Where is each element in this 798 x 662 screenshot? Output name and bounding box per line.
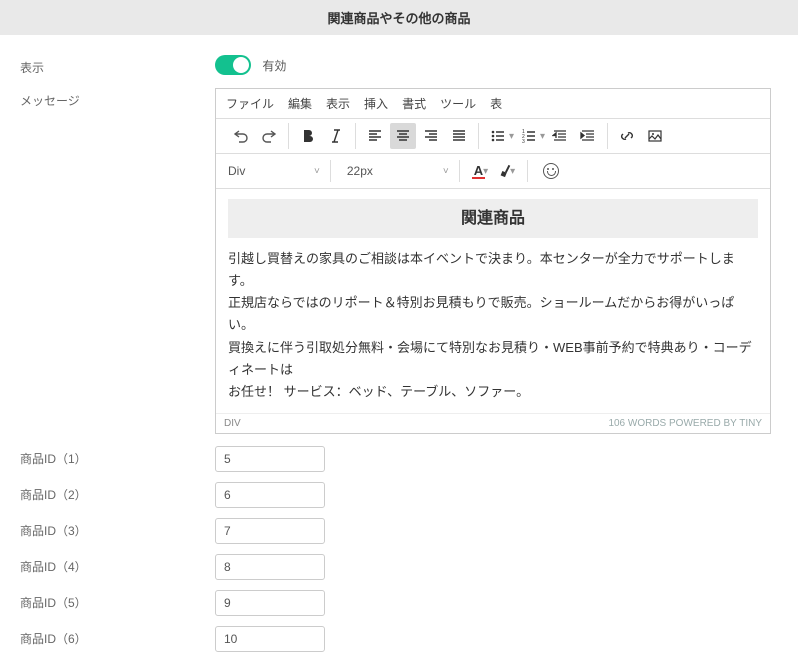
product-id-label: 商品ID（3） [20,522,215,539]
display-toggle[interactable] [215,55,251,75]
bold-button[interactable] [295,123,321,149]
smile-icon [543,163,559,179]
product-id-input[interactable] [215,590,325,616]
emoji-button[interactable] [538,158,564,184]
chevron-down-icon[interactable]: ▾ [509,131,514,142]
product-id-label: 商品ID（2） [20,486,215,503]
content-heading[interactable]: 関連商品 [228,199,758,238]
redo-button[interactable] [256,123,282,149]
font-size-select[interactable]: 22px [341,160,441,182]
status-path: DIV [224,418,241,429]
image-button[interactable] [642,123,668,149]
status-words: 106 WORDS POWERED BY TINY [608,418,762,429]
editor-menu-bar: ファイル 編集 表示 挿入 書式 ツール 表 [216,89,770,119]
display-row: 表示 有効 [0,55,798,76]
chevron-down-icon[interactable]: ▾ [540,131,545,142]
menu-edit[interactable]: 編集 [288,95,312,112]
bullet-list-button[interactable] [485,123,511,149]
section-header: 関連商品やその他の商品 [0,0,798,35]
product-id-row: 商品ID（4） [20,554,778,580]
product-id-row: 商品ID（5） [20,590,778,616]
chevron-down-icon[interactable]: ˅ [443,166,449,177]
product-id-row: 商品ID（3） [20,518,778,544]
product-id-input[interactable] [215,482,325,508]
number-list-button[interactable]: 123 [516,123,542,149]
editor-toolbar: ▾ 123 ▾ [216,119,770,154]
menu-tools[interactable]: ツール [440,95,476,112]
product-id-row: 商品ID（2） [20,482,778,508]
menu-insert[interactable]: 挿入 [364,95,388,112]
block-format-select[interactable]: Div [222,160,312,182]
indent-button[interactable] [575,123,601,149]
product-id-input[interactable] [215,518,325,544]
align-left-button[interactable] [362,123,388,149]
product-id-input[interactable] [215,554,325,580]
align-center-button[interactable] [390,123,416,149]
rich-text-editor: ファイル 編集 表示 挿入 書式 ツール 表 [215,88,771,434]
product-id-label: 商品ID（4） [20,558,215,575]
svg-text:3: 3 [522,139,525,144]
text-color-button[interactable]: A▾ [470,164,490,179]
editor-content[interactable]: 関連商品 引越し買替えの家具のご相談は本イベントで決まり。本センターが全力でサポ… [216,189,770,413]
outdent-button[interactable] [547,123,573,149]
menu-table[interactable]: 表 [490,95,502,112]
product-id-input[interactable] [215,446,325,472]
undo-button[interactable] [228,123,254,149]
display-label: 表示 [20,55,215,76]
product-id-label: 商品ID（6） [20,630,215,647]
product-id-input[interactable] [215,626,325,652]
align-justify-button[interactable] [446,123,472,149]
chevron-down-icon[interactable]: ˅ [314,166,320,177]
italic-button[interactable] [323,123,349,149]
display-status: 有効 [262,59,286,73]
align-right-button[interactable] [418,123,444,149]
product-id-list: 商品ID（1） 商品ID（2） 商品ID（3） 商品ID（4） 商品ID（5） 商品ID（… [0,446,798,652]
menu-format[interactable]: 書式 [402,95,426,112]
product-id-row: 商品ID（6） [20,626,778,652]
product-id-label: 商品ID（5） [20,594,215,611]
link-button[interactable] [614,123,640,149]
editor-status-bar: DIV 106 WORDS POWERED BY TINY [216,413,770,433]
menu-file[interactable]: ファイル [226,95,274,112]
message-row: メッセージ ファイル 編集 表示 挿入 書式 ツール 表 [0,88,798,434]
editor-format-bar: Div ˅ 22px ˅ A▾ ▾ [216,154,770,189]
content-body[interactable]: 引越し買替えの家具のご相談は本イベントで決まり。本センターが全力でサポートします… [228,248,758,403]
highlight-button[interactable]: ▾ [496,164,517,178]
message-label: メッセージ [20,88,215,434]
product-id-label: 商品ID（1） [20,450,215,467]
product-id-row: 商品ID（1） [20,446,778,472]
menu-view[interactable]: 表示 [326,95,350,112]
